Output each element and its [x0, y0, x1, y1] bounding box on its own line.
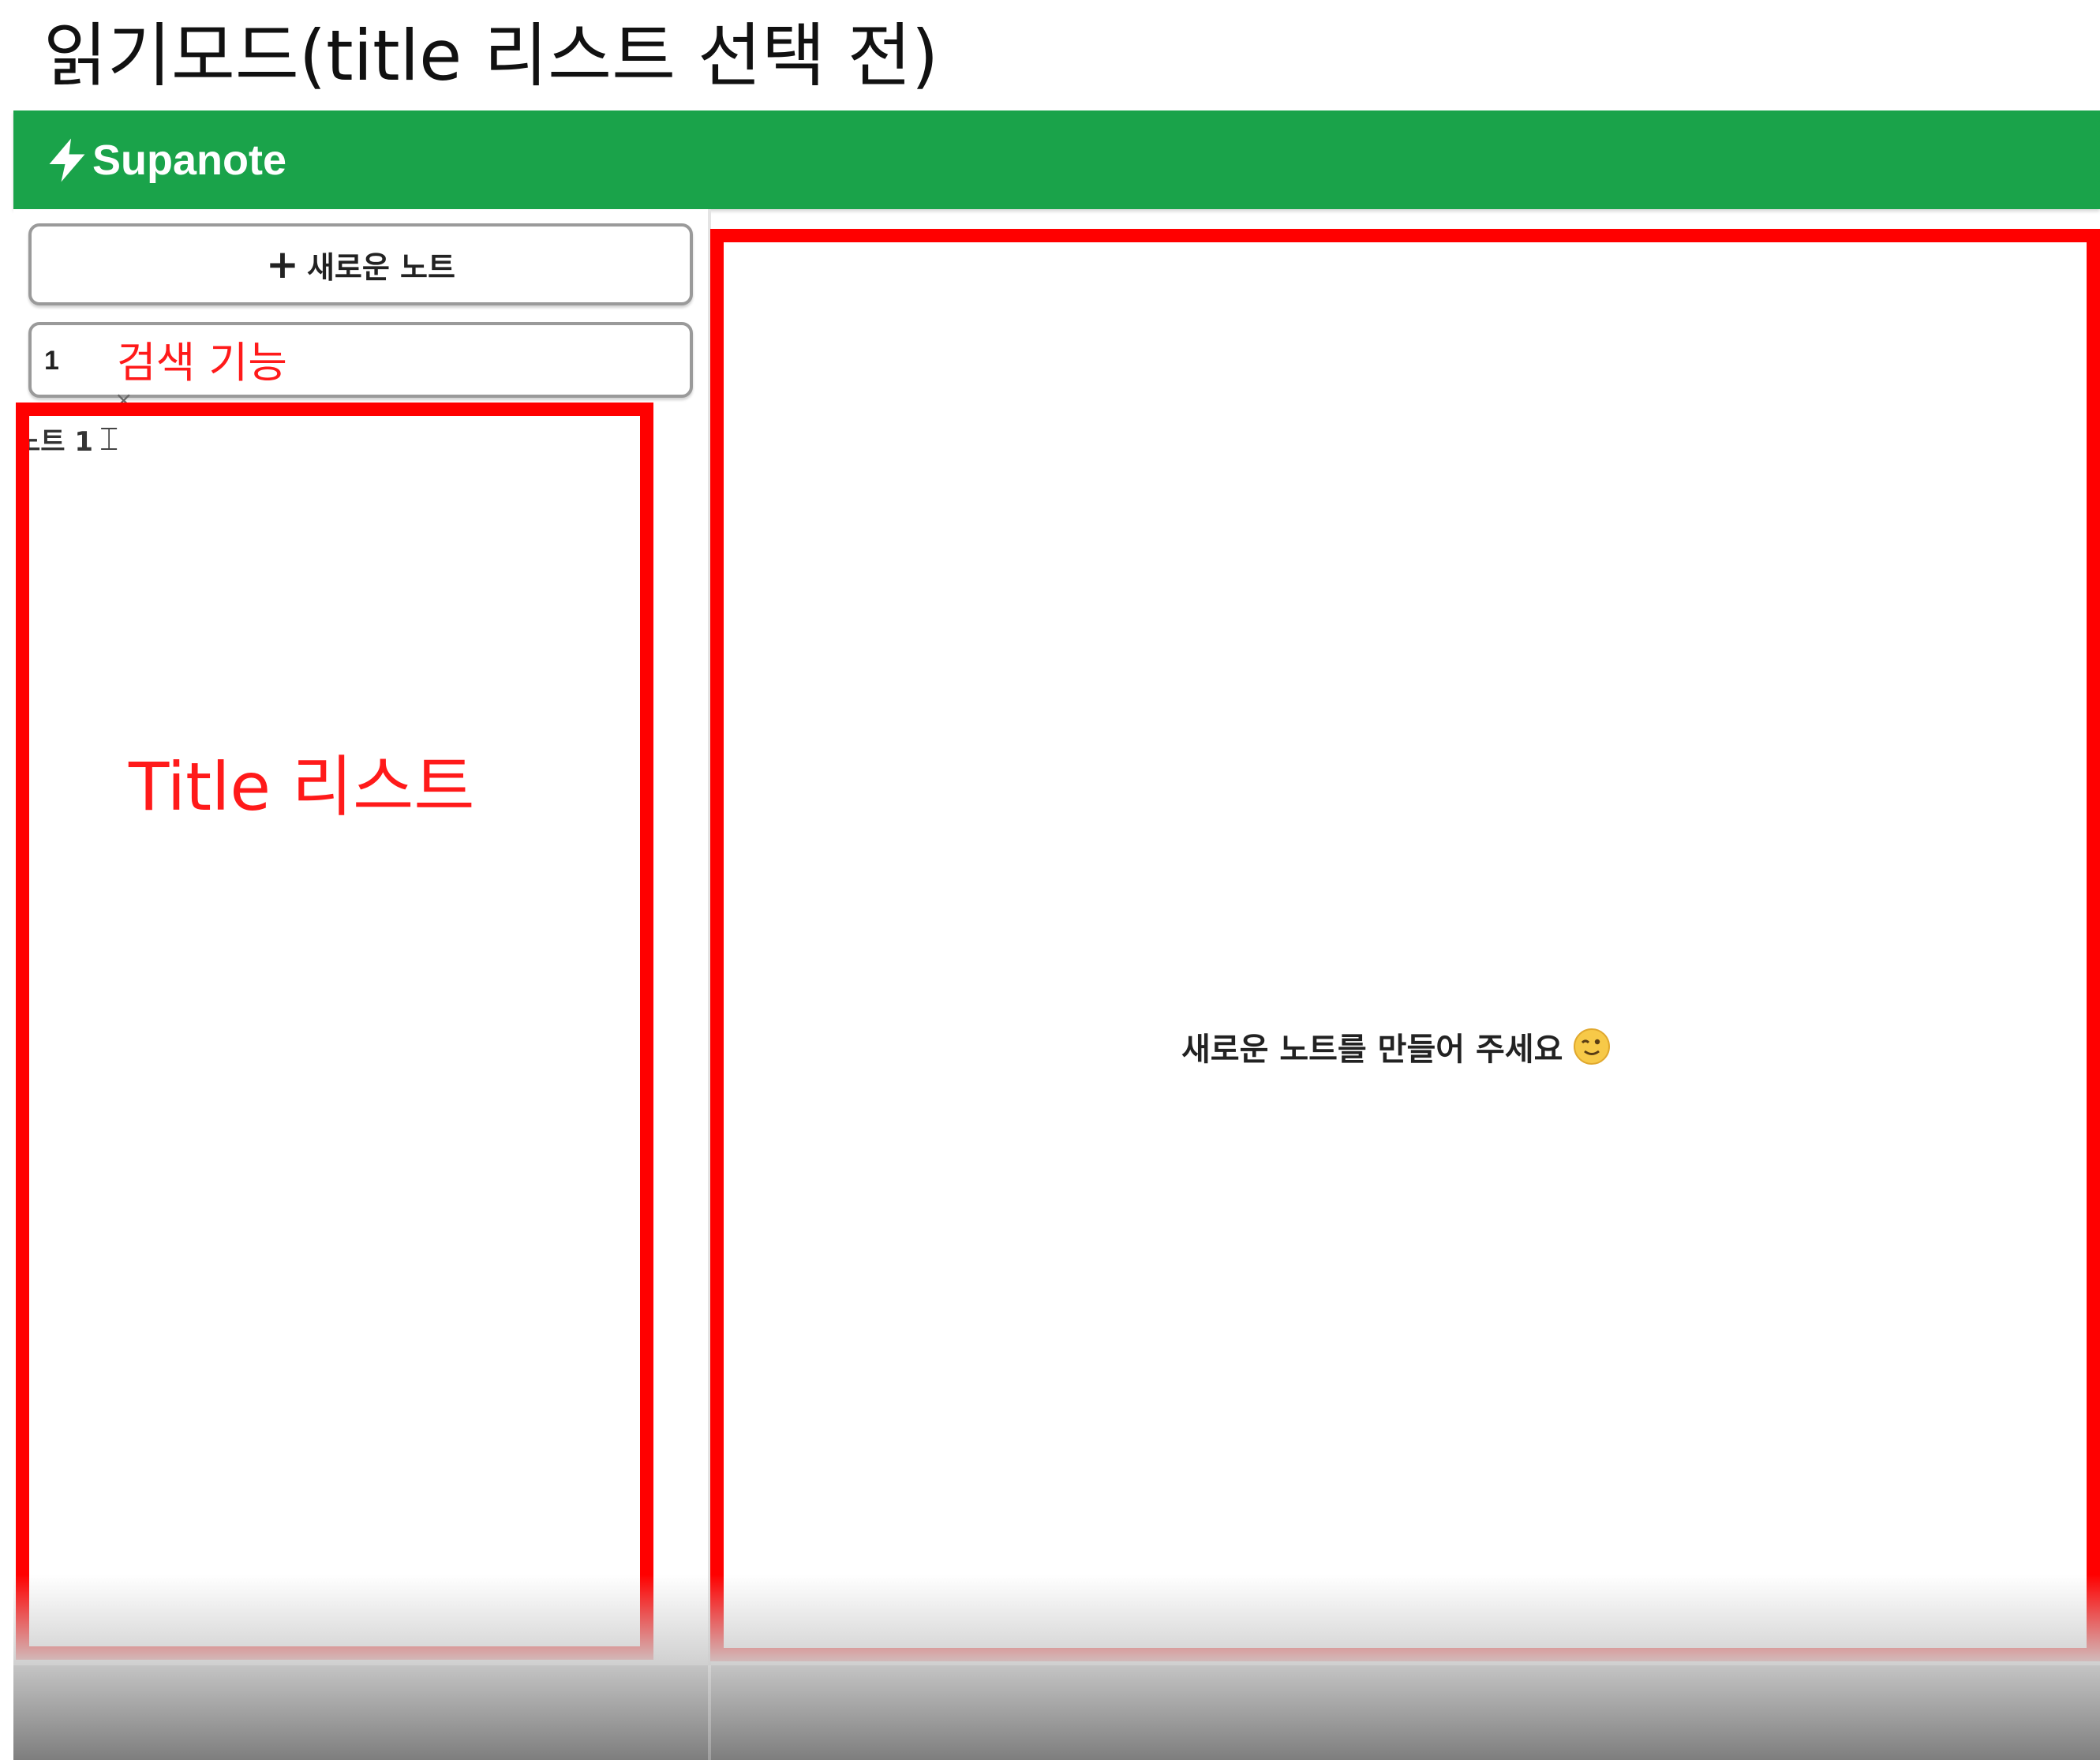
new-note-label: 새로운 노트	[306, 249, 455, 285]
note-title: 노트 1	[16, 426, 94, 458]
plus-icon: +	[266, 242, 299, 287]
note-list-item[interactable]: 노트 1 ⌶	[16, 420, 118, 459]
new-note-button[interactable]: + 새로운 노트	[28, 223, 693, 305]
top-navigation-bar: Supanote	[13, 110, 2100, 209]
clear-search-icon[interactable]: ×	[114, 387, 133, 413]
empty-state: 새로운 노트를 만들어 주세요	[1181, 1024, 1611, 1069]
text-cursor-icon: ⌶	[99, 421, 119, 458]
winking-face-emoji-icon	[1574, 1028, 1611, 1065]
app-name: Supanote	[92, 137, 287, 184]
sidebar-divider	[708, 1665, 711, 1760]
search-annotation-label: 검색 기능	[117, 338, 287, 388]
lightning-bolt-icon	[49, 138, 85, 182]
title-list-annotation-label: Title 리스트	[129, 748, 475, 826]
empty-state-message: 새로운 노트를 만들어 주세요	[1181, 1032, 1563, 1068]
document-title: 읽기모드(title 리스트 선택 전)	[43, 15, 939, 96]
app-logo[interactable]: Supanote	[43, 136, 286, 185]
